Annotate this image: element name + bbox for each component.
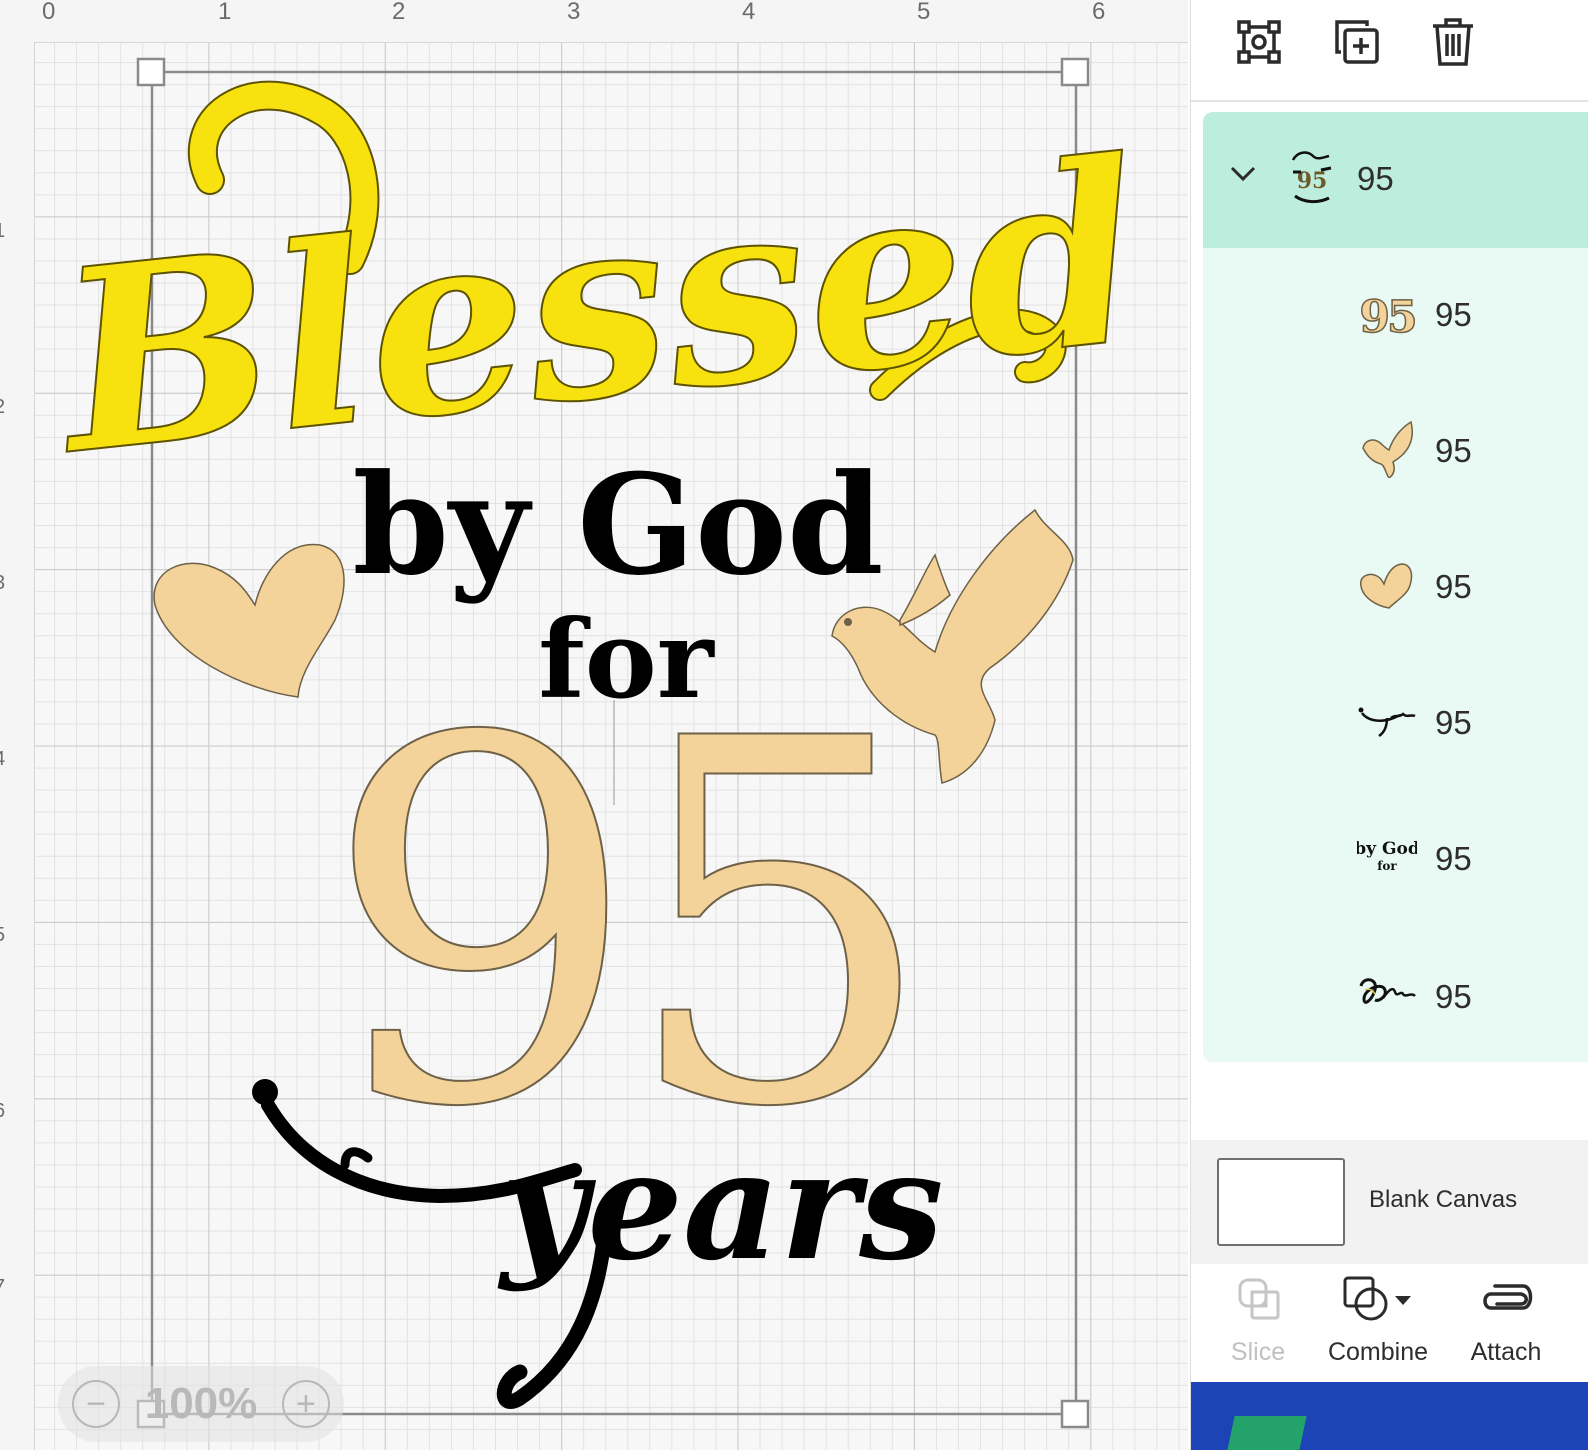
thumbnail-text: for [1377,859,1397,873]
layer-label: 95 [1435,840,1472,877]
resize-handle-top-right[interactable] [1060,57,1090,87]
layer-group-row[interactable]: 95 95 [1203,112,1588,248]
make-it-badge [1227,1416,1307,1450]
heart-thumbnail-icon [1360,563,1413,609]
group-label: 95 [1357,160,1394,197]
slice-button[interactable]: Slice [1193,1266,1323,1382]
zoom-control: − 100% + [58,1366,344,1442]
trash-icon[interactable] [1425,14,1481,70]
layer-row[interactable]: 95 [1203,656,1588,792]
resize-handle-top-left[interactable] [136,57,166,87]
years-thumbnail-icon [1358,707,1416,738]
duplicate-icon[interactable] [1329,14,1385,70]
group-icon[interactable] [1231,14,1287,70]
zoom-out-button[interactable]: − [72,1380,120,1428]
layers-toolbar [1191,0,1588,102]
paperclip-icon [1483,1284,1533,1310]
layer-row[interactable]: 95 95 [1203,248,1588,384]
layer-row[interactable]: 95 [1203,928,1588,1062]
zoom-in-button[interactable]: + [281,1380,330,1428]
layers-panel: 95 95 95 95 95 95 95 by God for 95 95 Bl… [1190,0,1588,1450]
layer-row[interactable]: 95 [1203,520,1588,656]
blessed-thumbnail-icon [1359,978,1416,1004]
attach-label: Attach [1470,1338,1542,1366]
layer-label: 95 [1435,978,1472,1015]
slice-label: Slice [1230,1338,1286,1366]
dove-thumbnail-icon [1362,420,1414,478]
svg-text:95: 95 [1297,168,1328,194]
zoom-level: 100% [144,1379,258,1428]
blank-canvas-label: Blank Canvas [1369,1186,1518,1213]
dropdown-arrow-icon [1395,1296,1411,1305]
design-canvas[interactable]: 0 1 2 3 4 5 6 1 2 3 4 5 6 7 Blessed by G… [0,0,1188,1450]
resize-handle-bottom-right[interactable] [1060,1399,1090,1429]
chevron-down-icon[interactable] [1229,164,1257,184]
by-god-for-thumbnail-icon: by God for [1357,839,1417,873]
slice-icon [1238,1278,1280,1320]
heart-shape[interactable] [153,543,345,698]
thumbnail-text: by God [1357,839,1417,859]
combine-icon [1343,1276,1411,1321]
layer-list: 95 95 95 95 95 95 95 by God for 95 95 [1203,112,1588,1062]
layer-row[interactable]: 95 [1203,384,1588,520]
by-god-text: by God [352,443,883,606]
layer-row[interactable]: by God for 95 [1203,792,1588,928]
attach-button[interactable]: Attach [1441,1266,1571,1382]
group-thumbnail-icon: 95 [1291,151,1332,204]
blank-canvas-swatch[interactable] [1217,1158,1345,1246]
make-it-bar[interactable] [1191,1382,1588,1450]
layer-label: 95 [1435,432,1472,469]
layer-label: 95 [1435,296,1472,333]
combine-button[interactable]: Combine [1313,1266,1443,1382]
svg-text:95: 95 [1359,292,1415,340]
action-bar: Slice Combine Attach [1191,1266,1588,1382]
design-artwork[interactable]: Blessed by God for 95 years [0,0,1188,1450]
blank-canvas-row[interactable]: Blank Canvas [1191,1140,1588,1264]
layer-label: 95 [1435,568,1472,605]
combine-label: Combine [1327,1338,1429,1366]
number-95-thumbnail-icon: 95 [1359,291,1417,340]
years-text: years [497,1118,943,1294]
layer-label: 95 [1435,704,1472,741]
